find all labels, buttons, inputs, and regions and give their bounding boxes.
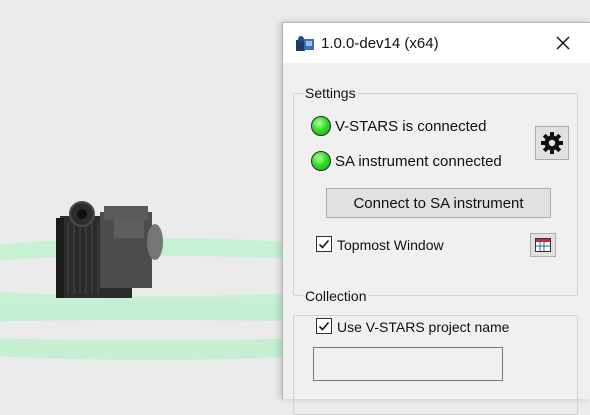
window-title: 1.0.0-dev14 (x64) <box>321 35 439 52</box>
settings-gear-button[interactable] <box>535 126 569 160</box>
check-icon <box>318 239 330 249</box>
use-project-name-checkbox[interactable] <box>316 318 332 334</box>
settings-group-label: Settings <box>303 85 358 101</box>
close-icon <box>556 36 570 50</box>
window-icon <box>535 238 551 252</box>
connect-sa-button[interactable]: Connect to SA instrument <box>326 188 551 218</box>
topmost-label: Topmost Window <box>337 237 444 253</box>
use-project-name-label: Use V-STARS project name <box>337 319 510 335</box>
project-name-input[interactable] <box>313 347 503 381</box>
sa-status-text: SA instrument connected <box>335 153 502 170</box>
camera-model <box>56 201 163 298</box>
collection-group-label: Collection <box>303 288 369 304</box>
sa-status-led <box>311 151 331 171</box>
window-options-button[interactable] <box>530 233 556 257</box>
check-icon <box>318 321 330 331</box>
title-bar[interactable]: 1.0.0-dev14 (x64) <box>283 23 590 63</box>
plugin-dialog: 1.0.0-dev14 (x64) Settings V-STARS is co… <box>282 22 590 415</box>
close-button[interactable] <box>545 29 581 57</box>
vstars-status-text: V-STARS is connected <box>335 118 487 135</box>
vstars-status-led <box>311 116 331 136</box>
camera-app-icon <box>296 36 314 51</box>
gear-icon <box>541 132 563 154</box>
topmost-checkbox[interactable] <box>316 236 332 252</box>
